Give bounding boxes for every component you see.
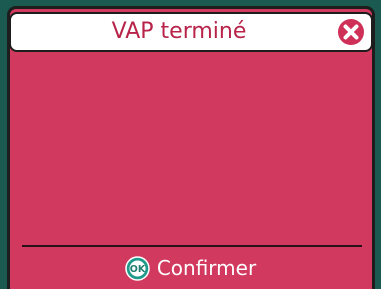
dialog-title: VAP terminé (111, 19, 247, 44)
confirm-button[interactable]: OK Confirmer (0, 250, 381, 286)
ok-icon-text: OK (130, 264, 146, 275)
close-icon[interactable] (337, 18, 365, 46)
dialog-title-bar: VAP terminé (9, 12, 373, 52)
confirm-label: Confirmer (156, 256, 257, 280)
footer-divider (22, 245, 362, 247)
ok-icon: OK (125, 255, 150, 281)
